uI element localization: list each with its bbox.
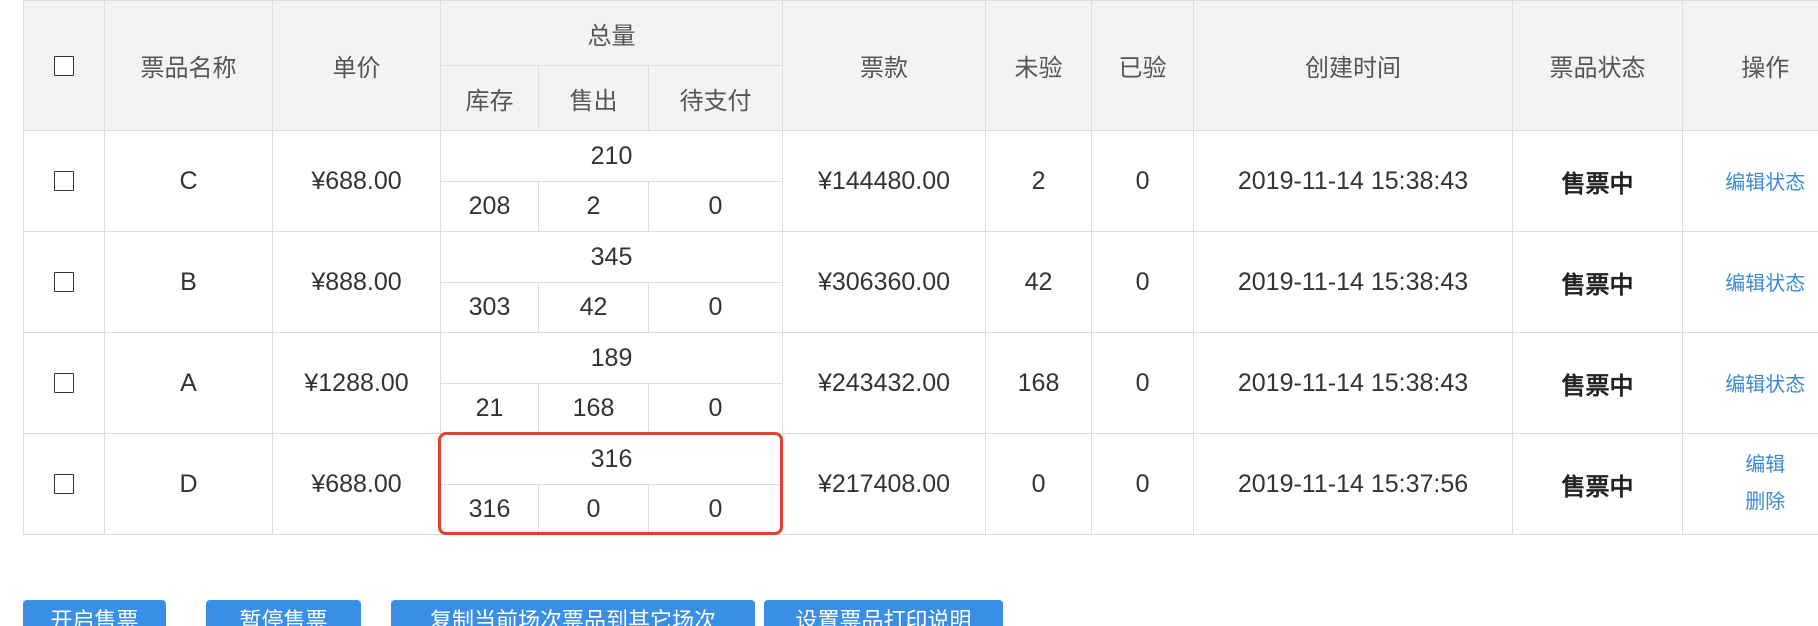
ticket-total: 189 <box>439 332 784 384</box>
ticket-created-time: 2019-11-14 15:38:43 <box>1193 130 1514 232</box>
table-body: C ¥688.00 210 ¥144480.00 2 0 2019-11-14 … <box>23 130 1818 535</box>
ticket-amount: ¥144480.00 <box>782 130 987 232</box>
col-header-status: 票品状态 <box>1512 0 1684 131</box>
ticket-unverified: 42 <box>985 231 1093 333</box>
ticket-price: ¥1288.00 <box>272 332 441 434</box>
ticket-management-page: 票品名称 单价 总量 票款 未验 已验 创建时间 票品状态 操作 库存 售出 待… <box>0 0 1818 626</box>
edit-link[interactable]: 编辑 <box>1712 447 1818 484</box>
ticket-price: ¥688.00 <box>272 130 441 232</box>
ticket-name: B <box>104 231 273 333</box>
delete-link[interactable]: 删除 <box>1712 484 1818 521</box>
table-row: C ¥688.00 210 ¥144480.00 2 0 2019-11-14 … <box>23 130 1818 232</box>
col-header-price: 单价 <box>272 0 441 131</box>
row-checkbox[interactable] <box>54 171 74 191</box>
col-header-actions: 操作 <box>1682 0 1818 131</box>
ticket-sold: 0 <box>538 484 649 535</box>
ticket-verified: 0 <box>1091 130 1195 232</box>
col-header-sold: 售出 <box>538 65 649 131</box>
ticket-name: D <box>104 433 273 535</box>
table-row: A ¥1288.00 189 ¥243432.00 168 0 2019-11-… <box>23 332 1818 434</box>
row-select-cell <box>23 130 105 232</box>
col-header-amount: 票款 <box>782 0 987 131</box>
copy-tickets-button[interactable]: 复制当前场次票品到其它场次 <box>391 600 755 626</box>
ticket-total: 345 <box>439 231 784 283</box>
ticket-amount: ¥243432.00 <box>782 332 987 434</box>
row-select-cell <box>23 332 105 434</box>
ticket-notes-button[interactable]: 设置票品打印说明 <box>764 600 1003 626</box>
ticket-status: 售票中 <box>1561 372 1634 400</box>
col-header-stock: 库存 <box>440 65 539 131</box>
table-row: D ¥688.00 316 ¥217408.00 0 0 2019-11-14 … <box>23 433 1818 535</box>
ticket-status: 售票中 <box>1561 271 1634 299</box>
ticket-pending: 0 <box>647 484 784 535</box>
row-select-cell <box>23 231 105 333</box>
ticket-pending: 0 <box>647 181 784 232</box>
row-checkbox[interactable] <box>54 272 74 292</box>
ticket-actions-cell: 编辑状态 <box>1682 332 1818 434</box>
ticket-status: 售票中 <box>1561 170 1634 198</box>
ticket-unverified: 168 <box>985 332 1093 434</box>
ticket-status: 售票中 <box>1561 473 1634 501</box>
col-header-total: 总量 <box>439 0 784 66</box>
col-header-pending: 待支付 <box>647 65 784 131</box>
ticket-sold: 42 <box>538 282 649 333</box>
ticket-sold: 2 <box>538 181 649 232</box>
edit-status-link[interactable]: 编辑状态 <box>1725 273 1805 295</box>
ticket-amount: ¥217408.00 <box>782 433 987 535</box>
ticket-pending: 0 <box>647 282 784 333</box>
ticket-total: 316 <box>439 433 784 485</box>
ticket-verified: 0 <box>1091 433 1195 535</box>
row-checkbox[interactable] <box>54 373 74 393</box>
ticket-verified: 0 <box>1091 332 1195 434</box>
ticket-created-time: 2019-11-14 15:37:56 <box>1193 433 1514 535</box>
ticket-stock: 21 <box>440 383 539 434</box>
ticket-amount: ¥306360.00 <box>782 231 987 333</box>
ticket-stock: 316 <box>440 484 539 535</box>
ticket-status-cell: 售票中 <box>1512 130 1684 232</box>
ticket-table: 票品名称 单价 总量 票款 未验 已验 创建时间 票品状态 操作 库存 售出 待… <box>23 0 1818 535</box>
col-header-created: 创建时间 <box>1193 0 1514 131</box>
ticket-created-time: 2019-11-14 15:38:43 <box>1193 231 1514 333</box>
ticket-price: ¥688.00 <box>272 433 441 535</box>
col-header-verified: 已验 <box>1091 0 1195 131</box>
row-checkbox[interactable] <box>54 474 74 494</box>
pause-sale-button[interactable]: 暂停售票 <box>206 600 361 626</box>
ticket-unverified: 2 <box>985 130 1093 232</box>
ticket-created-time: 2019-11-14 15:38:43 <box>1193 332 1514 434</box>
ticket-status-cell: 售票中 <box>1512 332 1684 434</box>
ticket-stock: 208 <box>440 181 539 232</box>
edit-status-link[interactable]: 编辑状态 <box>1725 172 1805 194</box>
ticket-unverified: 0 <box>985 433 1093 535</box>
ticket-price: ¥888.00 <box>272 231 441 333</box>
ticket-verified: 0 <box>1091 231 1195 333</box>
table-row: B ¥888.00 345 ¥306360.00 42 0 2019-11-14… <box>23 231 1818 333</box>
ticket-sold: 168 <box>538 383 649 434</box>
row-select-cell <box>23 433 105 535</box>
ticket-name: A <box>104 332 273 434</box>
ticket-stock: 303 <box>440 282 539 333</box>
select-all-checkbox[interactable] <box>54 55 74 76</box>
col-header-name: 票品名称 <box>104 0 273 131</box>
ticket-actions-cell: 编辑 删除 <box>1682 433 1818 535</box>
edit-status-link[interactable]: 编辑状态 <box>1725 374 1805 396</box>
start-sale-button[interactable]: 开启售票 <box>23 600 166 626</box>
ticket-pending: 0 <box>647 383 784 434</box>
ticket-actions-cell: 编辑状态 <box>1682 130 1818 232</box>
col-header-unverified: 未验 <box>985 0 1093 131</box>
ticket-status-cell: 售票中 <box>1512 433 1684 535</box>
ticket-total: 210 <box>439 130 784 182</box>
ticket-name: C <box>104 130 273 232</box>
ticket-actions-cell: 编辑状态 <box>1682 231 1818 333</box>
header-row: 票品名称 单价 总量 票款 未验 已验 创建时间 票品状态 操作 <box>23 0 1818 131</box>
select-all-cell <box>23 0 105 131</box>
table-header: 票品名称 单价 总量 票款 未验 已验 创建时间 票品状态 操作 库存 售出 待… <box>23 0 1818 131</box>
ticket-status-cell: 售票中 <box>1512 231 1684 333</box>
